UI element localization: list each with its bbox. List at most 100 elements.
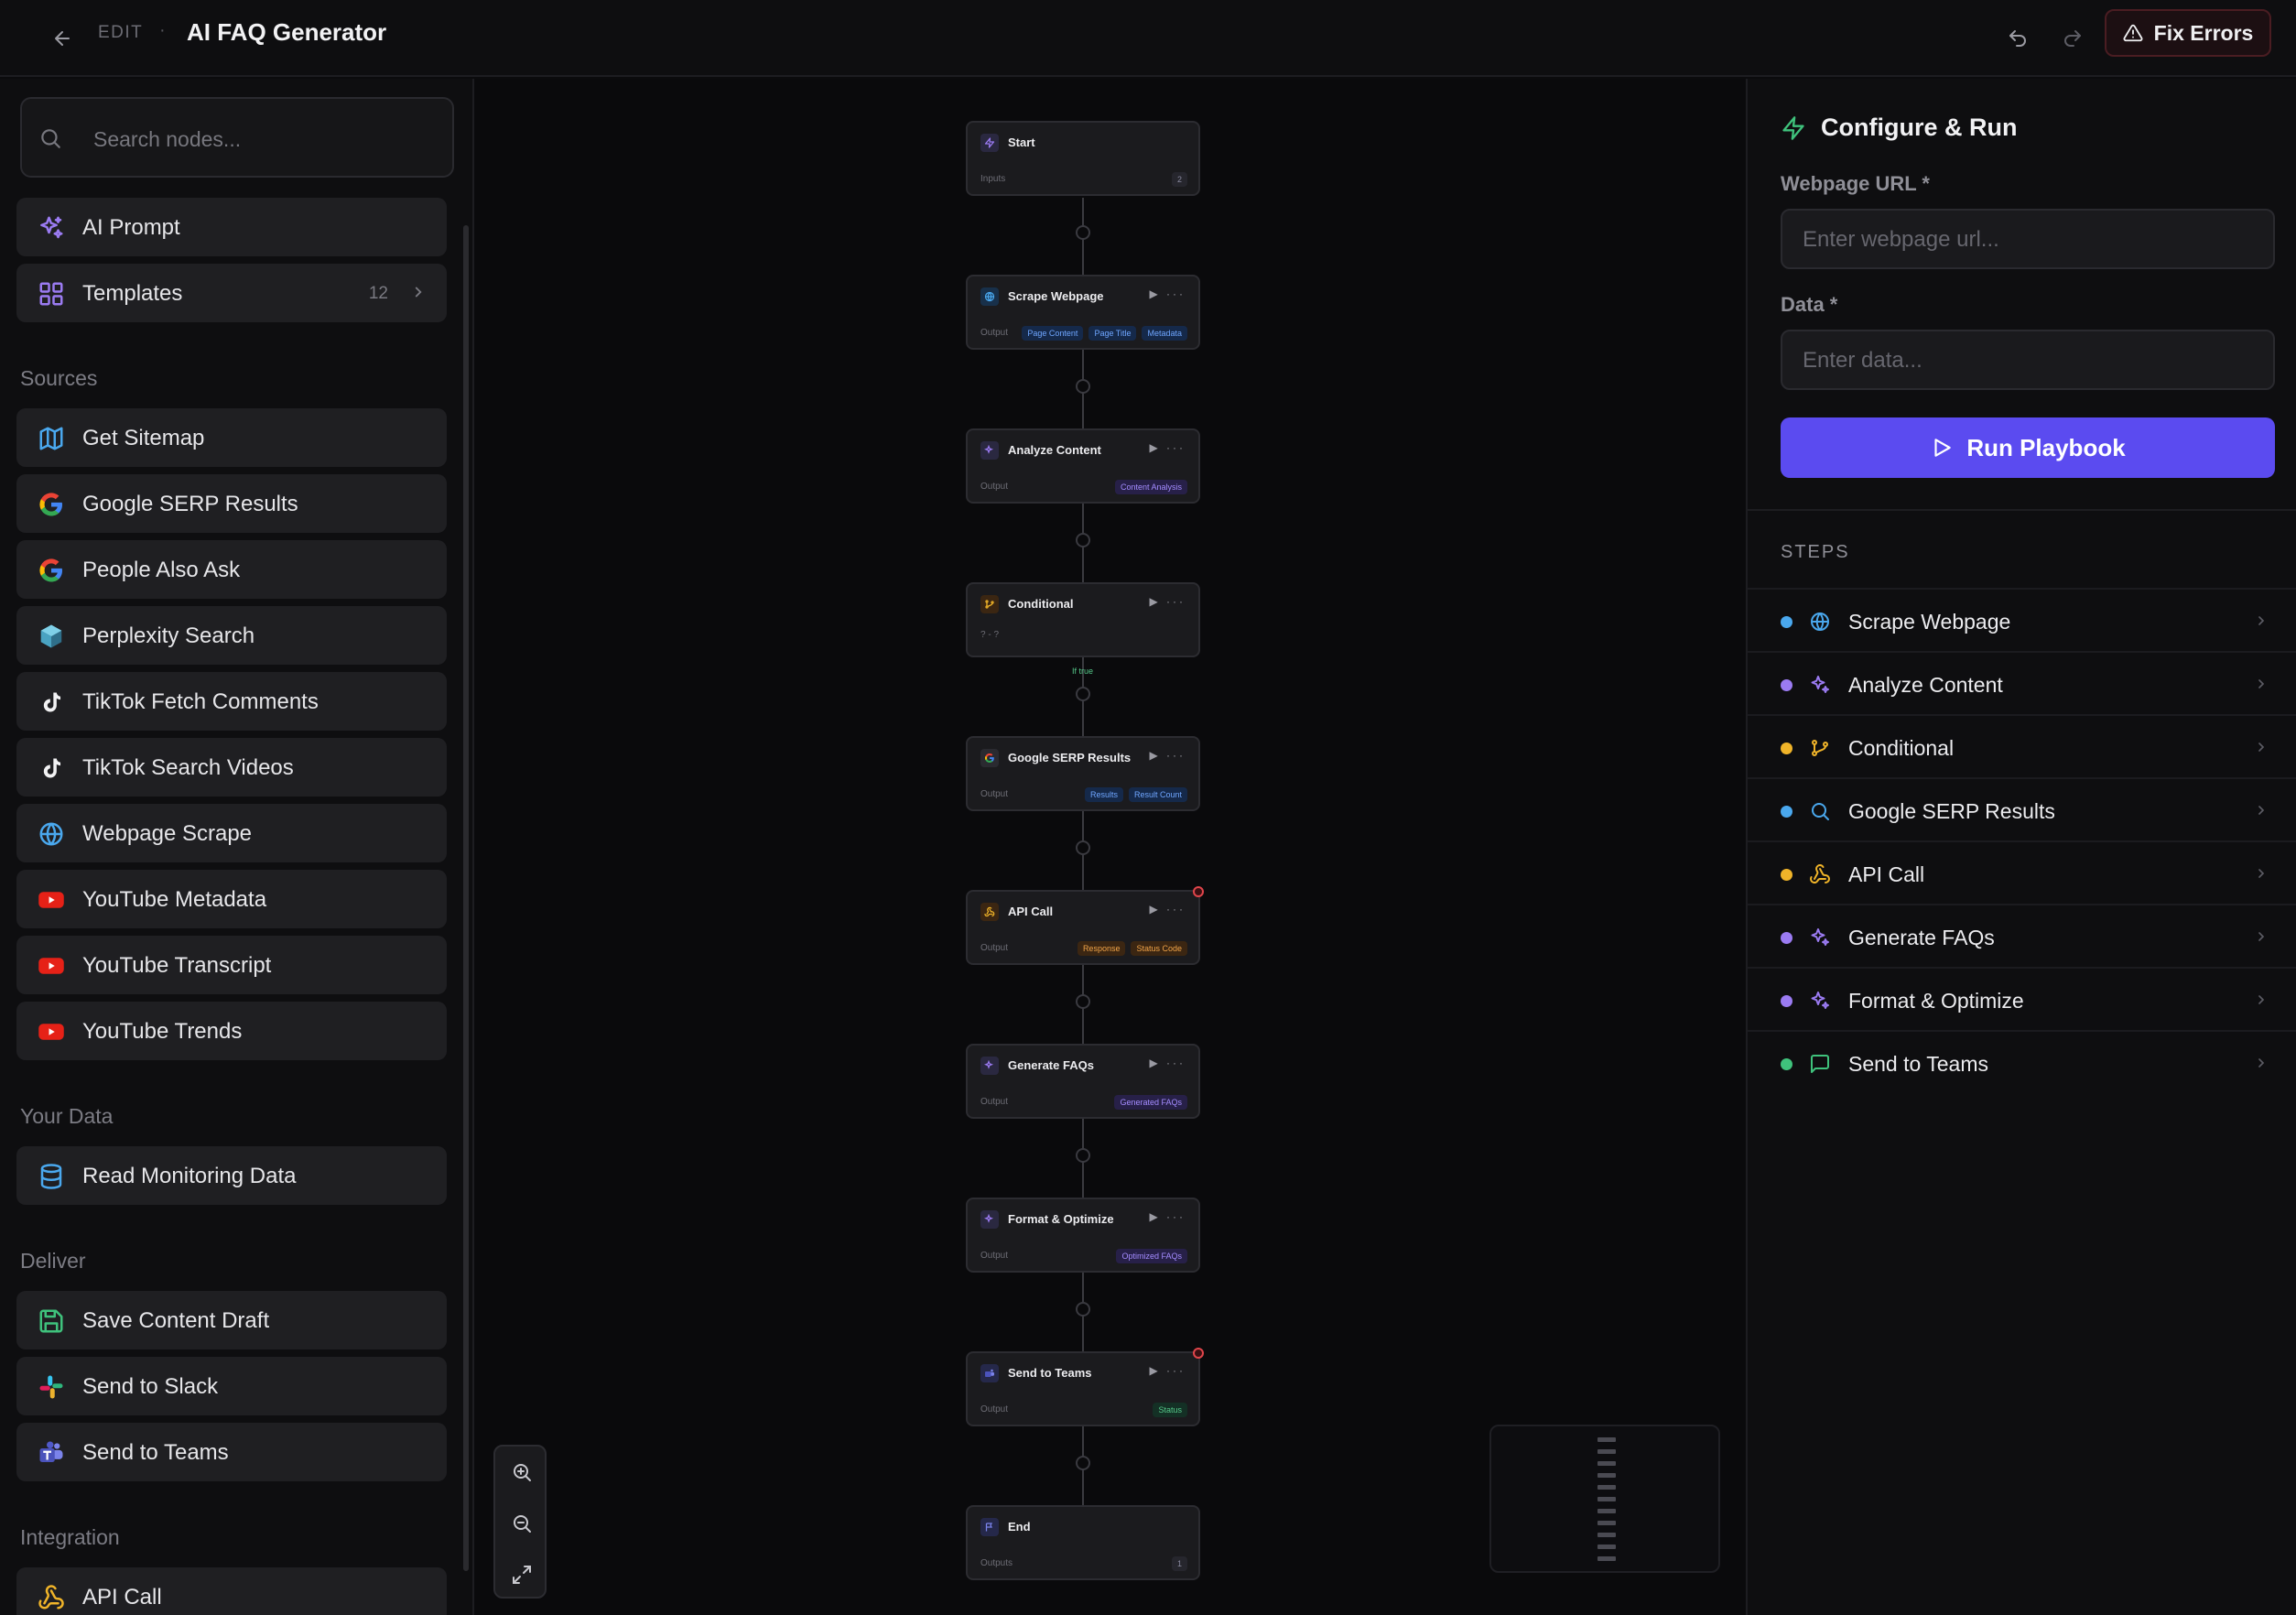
node-format-optimize[interactable]: Format & Optimize ▶ ··· Output Optimized…	[966, 1198, 1200, 1273]
node-controls[interactable]: ▶ ···	[1149, 595, 1186, 608]
section-title-deliver: Deliver	[20, 1249, 86, 1273]
sidebar-item-api-call[interactable]: API Call	[16, 1567, 447, 1615]
redo-icon	[2064, 30, 2081, 47]
sidebar-item-tiktok-fetch-comments[interactable]: TikTok Fetch Comments	[16, 672, 447, 731]
sidebar-item-send-to-teams[interactable]: Send to Teams	[16, 1423, 447, 1481]
add-step-handle[interactable]	[1076, 994, 1090, 1009]
undo-button[interactable]	[1996, 16, 2040, 60]
sparkles-icon	[980, 441, 999, 460]
node-controls[interactable]: ▶ ···	[1149, 441, 1186, 454]
map-icon	[37, 424, 66, 453]
node-controls[interactable]: ▶ ···	[1149, 1210, 1186, 1223]
search-input[interactable]	[93, 119, 441, 159]
arrow-left-icon	[55, 31, 70, 46]
node-controls[interactable]: ▶ ···	[1149, 749, 1186, 762]
fix-errors-button[interactable]: Fix Errors	[2105, 9, 2271, 57]
sidebar-item-people-also-ask[interactable]: People Also Ask	[16, 540, 447, 599]
step-format-optimize[interactable]: Format & Optimize	[1748, 967, 2296, 1030]
fit-view-button[interactable]	[495, 1549, 548, 1600]
step-google-serp-results[interactable]: Google SERP Results	[1748, 777, 2296, 840]
node-send-to-teams[interactable]: Send to Teams ▶ ··· Output Status	[966, 1348, 1204, 1426]
sidebar-item-read-monitoring-data[interactable]: Read Monitoring Data	[16, 1146, 447, 1205]
zoom-out-button[interactable]	[495, 1498, 548, 1549]
node-google-serp-results[interactable]: Google SERP Results ▶ ··· Output Results…	[966, 736, 1200, 811]
webhook-icon	[37, 1583, 66, 1612]
step-api-call[interactable]: API Call	[1748, 840, 2296, 904]
branch-icon	[980, 595, 999, 613]
sidebar-item-perplexity-search[interactable]: Perplexity Search	[16, 606, 447, 665]
step-send-to-teams[interactable]: Send to Teams	[1748, 1030, 2296, 1093]
sidebar-item-templates[interactable]: Templates 12	[16, 264, 447, 322]
minimap-node	[1597, 1449, 1616, 1454]
chevron-right-icon	[2254, 929, 2269, 944]
sidebar-item-label: AI Prompt	[82, 215, 180, 240]
sidebar-item-get-sitemap[interactable]: Get Sitemap	[16, 408, 447, 467]
minimap-node	[1597, 1485, 1616, 1490]
chevron-right-icon	[410, 284, 427, 300]
node-scrape-webpage[interactable]: Scrape Webpage ▶ ··· Output Page Content…	[966, 275, 1200, 350]
sidebar-scrollbar[interactable]	[463, 225, 469, 1571]
sidebar-item-ai-prompt[interactable]: AI Prompt	[16, 198, 447, 256]
redo-button[interactable]	[2051, 16, 2095, 60]
sidebar-item-youtube-metadata[interactable]: YouTube Metadata	[16, 870, 447, 928]
node-api-call[interactable]: API Call ▶ ··· Output Response Status Co…	[966, 886, 1204, 965]
run-playbook-button[interactable]: Run Playbook	[1781, 417, 2275, 478]
output-tag: Results	[1084, 787, 1123, 802]
node-conditional[interactable]: Conditional ▶ ··· ? - ?	[966, 582, 1200, 657]
status-dot	[1781, 616, 1792, 628]
step-generate-faqs[interactable]: Generate FAQs	[1748, 904, 2296, 967]
play-icon	[1934, 439, 1952, 457]
step-analyze-content[interactable]: Analyze Content	[1748, 651, 2296, 714]
database-icon	[37, 1162, 66, 1191]
node-controls[interactable]: ▶ ···	[1149, 903, 1186, 916]
minimap-node	[1597, 1437, 1616, 1442]
node-end[interactable]: End Outputs 1	[966, 1505, 1200, 1580]
output-tag: Status	[1153, 1403, 1187, 1417]
node-controls[interactable]: ▶ ···	[1149, 287, 1186, 300]
add-step-handle[interactable]	[1076, 1148, 1090, 1163]
webpage-url-field	[1781, 209, 2275, 269]
zoom-out-icon	[514, 1515, 531, 1533]
breadcrumb-separator: ·	[159, 20, 166, 40]
webpage-url-input[interactable]	[1803, 224, 2251, 255]
message-icon	[1808, 1052, 1832, 1076]
templates-count: 12	[368, 284, 388, 303]
add-step-handle[interactable]	[1076, 1456, 1090, 1470]
sidebar-item-save-content-draft[interactable]: Save Content Draft	[16, 1291, 447, 1349]
add-step-handle[interactable]	[1076, 533, 1090, 547]
add-step-handle[interactable]	[1076, 1302, 1090, 1317]
status-dot	[1781, 742, 1792, 754]
google-icon	[980, 749, 999, 767]
sidebar-item-tiktok-search-videos[interactable]: TikTok Search Videos	[16, 738, 447, 797]
node-controls[interactable]: ▶ ···	[1149, 1364, 1186, 1377]
youtube-icon	[37, 951, 66, 981]
status-dot	[1781, 1058, 1792, 1070]
teams-icon	[37, 1438, 66, 1468]
node-analyze-content[interactable]: Analyze Content ▶ ··· Output Content Ana…	[966, 428, 1200, 504]
zoom-in-button[interactable]	[495, 1447, 548, 1498]
add-step-handle[interactable]	[1076, 840, 1090, 855]
globe-icon	[980, 287, 999, 306]
sidebar-item-google-serp-results[interactable]: Google SERP Results	[16, 474, 447, 533]
back-button[interactable]	[40, 16, 84, 60]
node-start[interactable]: Start Inputs 2	[966, 121, 1200, 196]
sidebar-item-label: Perplexity Search	[82, 623, 255, 648]
minimap-node	[1597, 1497, 1616, 1501]
add-step-handle[interactable]	[1076, 687, 1090, 701]
node-label: Output	[980, 943, 1009, 953]
node-controls[interactable]: ▶ ···	[1149, 1057, 1186, 1069]
step-scrape-webpage[interactable]: Scrape Webpage	[1748, 588, 2296, 651]
sidebar-item-send-to-slack[interactable]: Send to Slack	[16, 1357, 447, 1415]
minimap[interactable]	[1489, 1425, 1720, 1573]
add-step-handle[interactable]	[1076, 225, 1090, 240]
sidebar-item-youtube-trends[interactable]: YouTube Trends	[16, 1002, 447, 1060]
data-input[interactable]	[1803, 345, 2251, 376]
node-label: Output	[980, 1097, 1009, 1107]
workflow-canvas[interactable]: If true Start Inputs 2 Scrape Webpage ▶ …	[475, 79, 1745, 1615]
node-title: Format & Optimize	[1008, 1212, 1114, 1226]
node-generate-faqs[interactable]: Generate FAQs ▶ ··· Output Generated FAQ…	[966, 1044, 1200, 1119]
step-conditional[interactable]: Conditional	[1748, 714, 2296, 777]
sidebar-item-webpage-scrape[interactable]: Webpage Scrape	[16, 804, 447, 862]
add-step-handle[interactable]	[1076, 379, 1090, 394]
sidebar-item-youtube-transcript[interactable]: YouTube Transcript	[16, 936, 447, 994]
